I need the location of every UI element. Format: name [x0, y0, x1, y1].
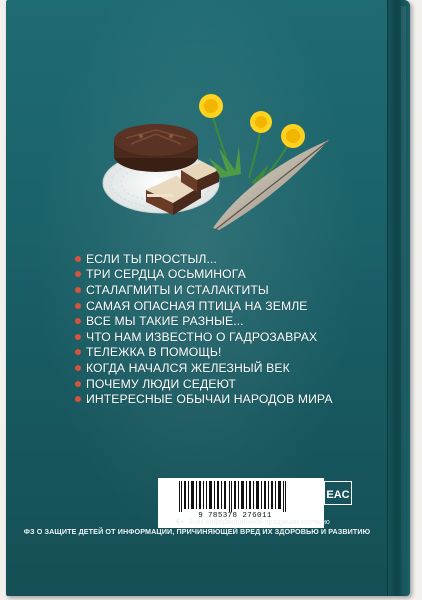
topic-text: ВСЕ МЫ ТАКИЕ РАЗНЫЕ... [86, 314, 244, 329]
bullet-icon [75, 364, 81, 371]
topic-text: СТАЛАГМИТЫ И СТАЛАКТИТЫ [86, 282, 269, 297]
topic-text: ТРИ СЕРДЦА ОСЬМИНОГА [86, 267, 246, 282]
cover-illustration [102, 94, 329, 231]
topic-item: ЕСЛИ ТЫ ПРОСТЫЛ... [75, 251, 380, 267]
book-back-cover: ЕСЛИ ТЫ ПРОСТЫЛ... ТРИ СЕРДЦА ОСЬМИНОГА … [6, 0, 410, 596]
bullet-icon [75, 396, 81, 403]
bullet-icon [75, 333, 81, 340]
topic-text: ПОЧЕМУ ЛЮДИ СЕДЕЮТ [86, 376, 236, 391]
topic-item: ИНТЕРЕСНЫЕ ОБЫЧАИ НАРОДОВ МИРА [75, 391, 380, 407]
bullet-icon [75, 349, 81, 356]
feather [213, 140, 329, 231]
bullet-icon [75, 302, 81, 309]
topic-text: ИНТЕРЕСНЫЕ ОБЫЧАИ НАРОДОВ МИРА [86, 392, 333, 407]
topic-text: ТЕЛЕЖКА В ПОМОЩЬ! [86, 345, 222, 360]
spine-highlight [401, 6, 406, 594]
bullet-icon [75, 255, 81, 262]
topic-item: КОГДА НАЧАЛСЯ ЖЕЛЕЗНЫЙ ВЕК [75, 360, 380, 376]
law-notice: ФЗ О ЗАЩИТЕ ДЕТЕЙ ОТ ИНФОРМАЦИИ, ПРИЧИНЯ… [23, 527, 371, 536]
book-spine [387, 0, 410, 596]
topic-item: САМАЯ ОПАСНАЯ ПТИЦА НА ЗЕМЛЕ [75, 298, 380, 314]
topic-item: СТАЛАГМИТЫ И СТАЛАКТИТЫ [75, 282, 380, 298]
bullet-icon [75, 318, 81, 325]
topic-text: ЧТО НАМ ИЗВЕСТНО О ГАДРОЗАВРАХ [86, 329, 318, 344]
topic-text: ЕСЛИ ТЫ ПРОСТЫЛ... [86, 251, 217, 266]
topic-item: ПОЧЕМУ ЛЮДИ СЕДЕЮТ [75, 376, 380, 392]
eac-mark-text: EAC [326, 489, 349, 501]
topic-item: ЧТО НАМ ИЗВЕСТНО О ГАДРОЗАВРАХ [75, 329, 380, 345]
bullet-icon [75, 286, 81, 293]
topic-item: ТРИ СЕРДЦА ОСЬМИНОГА [75, 267, 380, 283]
bullet-icon [75, 271, 81, 278]
bullet-icon [75, 380, 81, 387]
barcode [179, 481, 286, 512]
topic-text: САМАЯ ОПАСНАЯ ПТИЦА НА ЗЕМЛЕ [86, 298, 308, 313]
topic-item: ТЕЛЕЖКА В ПОМОЩЬ! [75, 345, 380, 361]
topic-list: ЕСЛИ ТЫ ПРОСТЫЛ... ТРИ СЕРДЦА ОСЬМИНОГА … [75, 251, 380, 407]
age-rating-line: 6+ Знак информационной продукции согласно [176, 517, 330, 526]
age-rating-note: Знак информационной продукции согласно [188, 519, 330, 526]
age-rating: 6+ [176, 517, 185, 526]
eac-mark-icon: EAC [324, 481, 352, 505]
topic-text: КОГДА НАЧАЛСЯ ЖЕЛЕЗНЫЙ ВЕК [86, 360, 290, 375]
topic-item: ВСЕ МЫ ТАКИЕ РАЗНЫЕ... [75, 313, 380, 329]
